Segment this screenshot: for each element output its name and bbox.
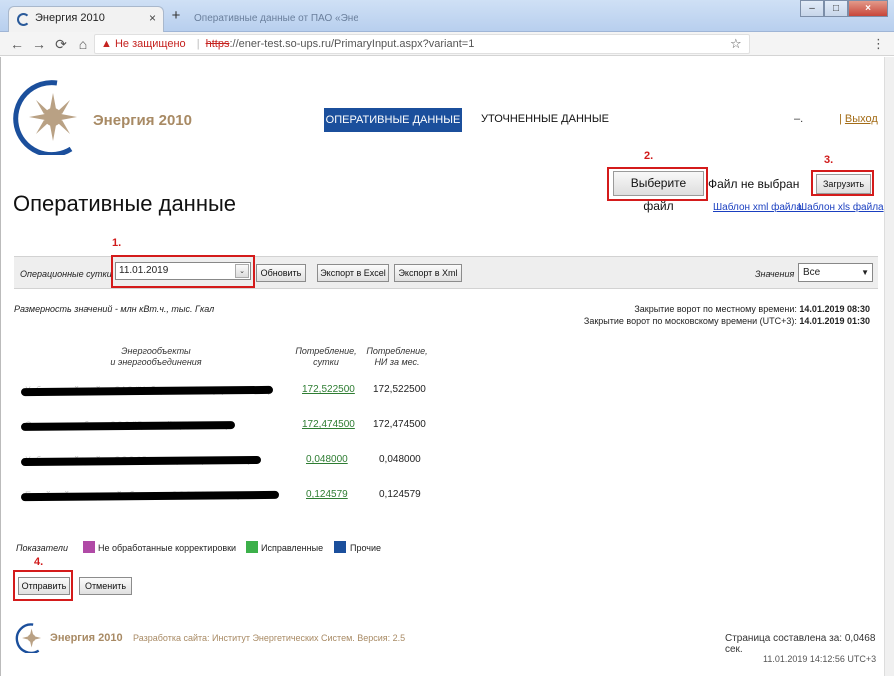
step-marker-4: 4. [34, 556, 44, 568]
browser-toolbar: ← → ⟳ ⌂ ▲ Не защищено | https://ener-test… [0, 32, 894, 56]
page-generation-time: Страница составлена за: 0,0468 сек. [725, 633, 876, 655]
legend-item-corrected: Исправленные [261, 543, 324, 553]
choose-file-button[interactable]: Выберите файл [613, 171, 704, 213]
bookmark-star-icon[interactable]: ☆ [730, 36, 742, 52]
brand-name: Энергия 2010 [93, 112, 192, 129]
browser-tab-active[interactable]: Энергия 2010 × [8, 6, 164, 32]
browser-menu-icon[interactable]: ⋮ [872, 36, 885, 52]
logout-area: | Выход [839, 113, 878, 125]
gate-close-moscow-value: 14.01.2019 01:30 [799, 316, 870, 326]
highlight-day-select [111, 255, 255, 288]
consumption-month-value: 0,124579 [379, 489, 421, 500]
table-row: Еврейский автономной области -> ООО "ИСС… [1, 489, 441, 512]
back-arrow-icon[interactable]: ← [8, 35, 26, 53]
browser-tab-background[interactable]: Оперативные данные от ПАО «Энергия» — Te… [188, 8, 358, 30]
legend-swatch-other [334, 541, 346, 553]
legend-swatch-unprocessed [83, 541, 95, 553]
values-filter-label: Значения [755, 269, 795, 279]
reload-icon[interactable]: ⟳ [52, 35, 70, 53]
xml-template-link[interactable]: Шаблон xml файла [713, 202, 802, 213]
user-name: –. [794, 113, 804, 125]
footer-brand: Энергия 2010 [50, 632, 123, 644]
logout-separator: | [839, 113, 842, 125]
tab-operative-data[interactable]: ОПЕРАТИВНЫЕ ДАННЫЕ [324, 108, 462, 132]
gate-close-moscow: Закрытие ворот по московскому времени (U… [584, 316, 870, 326]
table-row: Хабаровский край -> ООО "Дальэнергия" (P… [1, 454, 441, 477]
not-secure-warning-icon: ▲ [101, 38, 112, 50]
send-button[interactable]: Отправить [18, 577, 70, 595]
xls-template-link[interactable]: Шаблон xls файла [798, 202, 884, 213]
units-note: Размерность значений - млн кВт.ч., тыс. … [14, 304, 215, 314]
column-header-objects-line2: и энергообъединения [110, 357, 202, 367]
table-row: Хабаровский край -> ОАО "Хабаровская ТЭЦ… [1, 384, 441, 407]
column-header-objects: Энергообъекты и энергообъединения [96, 346, 216, 368]
legend-label: Показатели [16, 543, 68, 553]
tab-title: Энергия 2010 [35, 12, 105, 24]
upload-button[interactable]: Загрузить [816, 174, 871, 194]
forward-arrow-icon[interactable]: → [30, 35, 48, 53]
column-header-consumption-day-line1: Потребление, [295, 346, 357, 356]
column-header-consumption-month-line2: НИ за мес. [374, 357, 420, 367]
operational-day-label: Операционные сутки [20, 269, 112, 279]
consumption-day-link[interactable]: 0,124579 [306, 489, 348, 500]
consumption-day-link[interactable]: 172,474500 [302, 419, 355, 430]
dropdown-arrow-icon: ▼ [861, 268, 869, 277]
gate-close-local-label: Закрытие ворот по местному времени: [634, 304, 797, 314]
address-bar[interactable]: ▲ Не защищено | https://ener-test.so-ups.… [94, 34, 750, 54]
footer-logo-icon [15, 623, 42, 653]
step-marker-3: 3. [824, 154, 834, 166]
legend-item-unprocessed: Не обработанные корректировки [98, 543, 237, 553]
logout-link[interactable]: Выход [845, 113, 878, 125]
window-controls: – □ × [800, 0, 888, 20]
legend-item-other: Прочие [350, 543, 382, 553]
minimize-button[interactable]: – [800, 0, 824, 17]
gate-close-local-value: 14.01.2019 08:30 [799, 304, 870, 314]
home-icon[interactable]: ⌂ [74, 35, 92, 53]
consumption-month-value: 172,522500 [373, 384, 426, 395]
no-file-label: Файл не выбран [708, 177, 800, 191]
step-marker-2: 2. [644, 150, 654, 162]
gate-close-moscow-label: Закрытие ворот по московскому времени (U… [583, 316, 797, 326]
page-content: Энергия 2010 ОПЕРАТИВНЫЕ ДАННЫЕ УТОЧНЕНН… [0, 57, 884, 676]
close-window-button[interactable]: × [848, 0, 888, 17]
gate-close-local: Закрытие ворот по местному времени: 14.0… [634, 304, 870, 314]
column-header-objects-line1: Энергообъекты [121, 346, 191, 356]
site-favicon-icon [17, 13, 30, 26]
export-excel-button[interactable]: Экспорт в Excel [317, 264, 389, 282]
tab-refined-data[interactable]: УТОЧНЕННЫЕ ДАННЫЕ [481, 113, 609, 125]
cancel-button[interactable]: Отменить [79, 577, 132, 595]
column-header-consumption-day: Потребление, сутки [291, 346, 361, 368]
column-header-consumption-day-line2: сутки [313, 357, 339, 367]
consumption-day-link[interactable]: 172,522500 [302, 384, 355, 395]
step-marker-1: 1. [112, 237, 122, 249]
new-tab-button[interactable]: + [168, 8, 184, 25]
consumption-day-link[interactable]: 0,048000 [306, 454, 348, 465]
url-path: ://ener-test.so-ups.ru/PrimaryInput.aspx… [229, 38, 475, 50]
maximize-button[interactable]: □ [824, 0, 848, 17]
values-filter-select[interactable]: Все ▼ [798, 263, 873, 282]
page-scrollbar[interactable] [884, 57, 894, 676]
column-header-consumption-month-line1: Потребление, [366, 346, 428, 356]
footer-developer: Разработка сайта: Институт Энергетически… [133, 633, 406, 643]
table-row: Смоленская обл. -> ООО "Дальний" (PHAB00… [1, 419, 441, 442]
consumption-month-value: 172,474500 [373, 419, 426, 430]
browser-titlebar: Энергия 2010 × + Оперативные данные от П… [0, 0, 894, 32]
export-xml-button[interactable]: Экспорт в Xml [394, 264, 462, 282]
page-title: Оперативные данные [13, 191, 237, 216]
server-timestamp: 11.01.2019 14:12:56 UTC+3 [763, 654, 877, 664]
legend-swatch-corrected [246, 541, 258, 553]
tab-close-icon[interactable]: × [149, 11, 156, 25]
column-header-consumption-month: Потребление, НИ за мес. [362, 346, 432, 368]
not-secure-label: Не защищено [114, 38, 186, 50]
url-scheme: https [205, 38, 230, 50]
consumption-month-value: 0,048000 [379, 454, 421, 465]
refresh-button[interactable]: Обновить [256, 264, 306, 282]
values-filter-value: Все [803, 267, 821, 278]
energy-logo-icon [13, 80, 77, 155]
address-separator: | [196, 38, 200, 50]
